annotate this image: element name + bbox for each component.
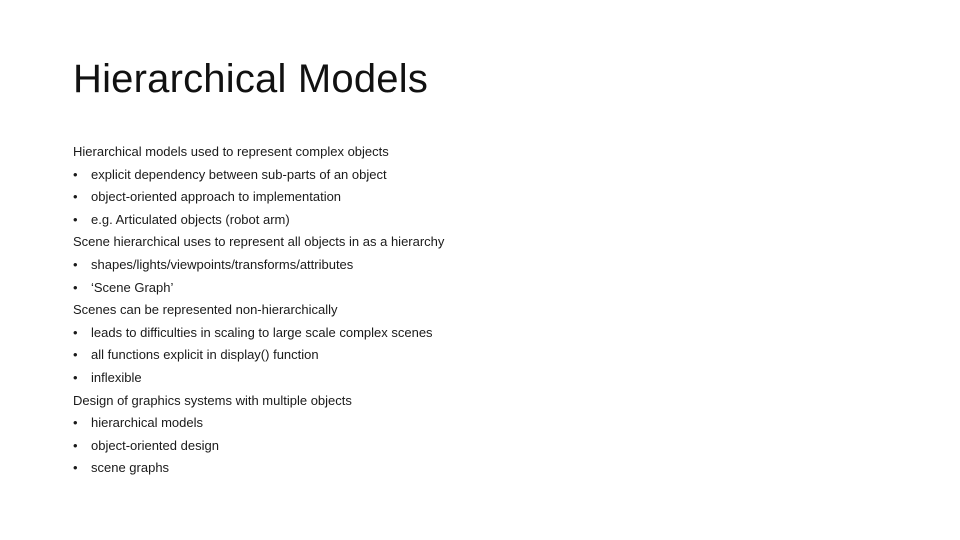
bullet-line: • object-oriented approach to implementat… xyxy=(73,186,444,209)
line-text: inflexible xyxy=(91,369,142,385)
slide: Hierarchical Models Hierarchical models … xyxy=(0,0,960,540)
heading-line: Scenes can be represented non-hierarchic… xyxy=(73,299,444,322)
bullet-icon: • xyxy=(73,279,78,295)
bullet-icon: • xyxy=(73,347,78,363)
line-text: scene graphs xyxy=(91,460,170,476)
line-text: explicit dependency between sub-parts of… xyxy=(91,166,387,182)
bullet-line: • scene graphs xyxy=(73,457,444,480)
heading-line: Hierarchical models used to represent co… xyxy=(73,141,444,164)
bullet-icon: • xyxy=(73,324,78,340)
slide-title: Hierarchical Models xyxy=(73,57,429,101)
line-text: Hierarchical models used to represent co… xyxy=(73,144,389,159)
line-text: ‘Scene Graph’ xyxy=(91,279,174,295)
bullet-line: • object-oriented design xyxy=(73,435,444,458)
line-text: object-oriented design xyxy=(91,437,219,453)
bullet-line: • shapes/lights/viewpoints/transforms/att… xyxy=(73,254,444,277)
bullet-icon: • xyxy=(73,189,78,205)
bullet-icon: • xyxy=(73,256,78,272)
bullet-icon: • xyxy=(73,460,78,476)
line-text: Scene hierarchical uses to represent all… xyxy=(73,234,445,250)
bullet-icon: • xyxy=(73,369,78,385)
heading-line: Scene hierarchical uses to represent all… xyxy=(73,231,444,254)
line-text: shapes/lights/viewpoints/transforms/attr… xyxy=(91,256,354,272)
line-text: object-oriented approach to implementati… xyxy=(91,189,342,205)
heading-line: Design of graphics systems with multiple… xyxy=(73,390,444,413)
line-text: all functions explicit in display() func… xyxy=(91,347,319,363)
line-text: leads to difficulties in scaling to larg… xyxy=(91,324,433,340)
bullet-line: • ‘Scene Graph’ xyxy=(73,277,444,300)
line-text: Scenes can be represented non-hierarchic… xyxy=(73,302,338,318)
slide-body: Hierarchical models used to represent co… xyxy=(73,141,444,480)
line-text: hierarchical models xyxy=(91,415,203,431)
bullet-line: • hierarchical models xyxy=(73,412,444,435)
bullet-icon: • xyxy=(73,211,78,227)
bullet-line: • e.g. Articulated objects (robot arm) xyxy=(73,209,444,232)
bullet-line: • explicit dependency between sub-parts o… xyxy=(73,164,444,187)
bullet-line: • all functions explicit in display() fun… xyxy=(73,344,444,367)
bullet-line: • leads to difficulties in scaling to lar… xyxy=(73,322,444,345)
line-text: e.g. Articulated objects (robot arm) xyxy=(91,211,290,227)
line-text: Design of graphics systems with multiple… xyxy=(73,392,352,408)
bullet-icon: • xyxy=(73,415,78,431)
bullet-icon: • xyxy=(73,166,78,182)
bullet-line: • inflexible xyxy=(73,367,444,390)
bullet-icon: • xyxy=(73,437,78,453)
